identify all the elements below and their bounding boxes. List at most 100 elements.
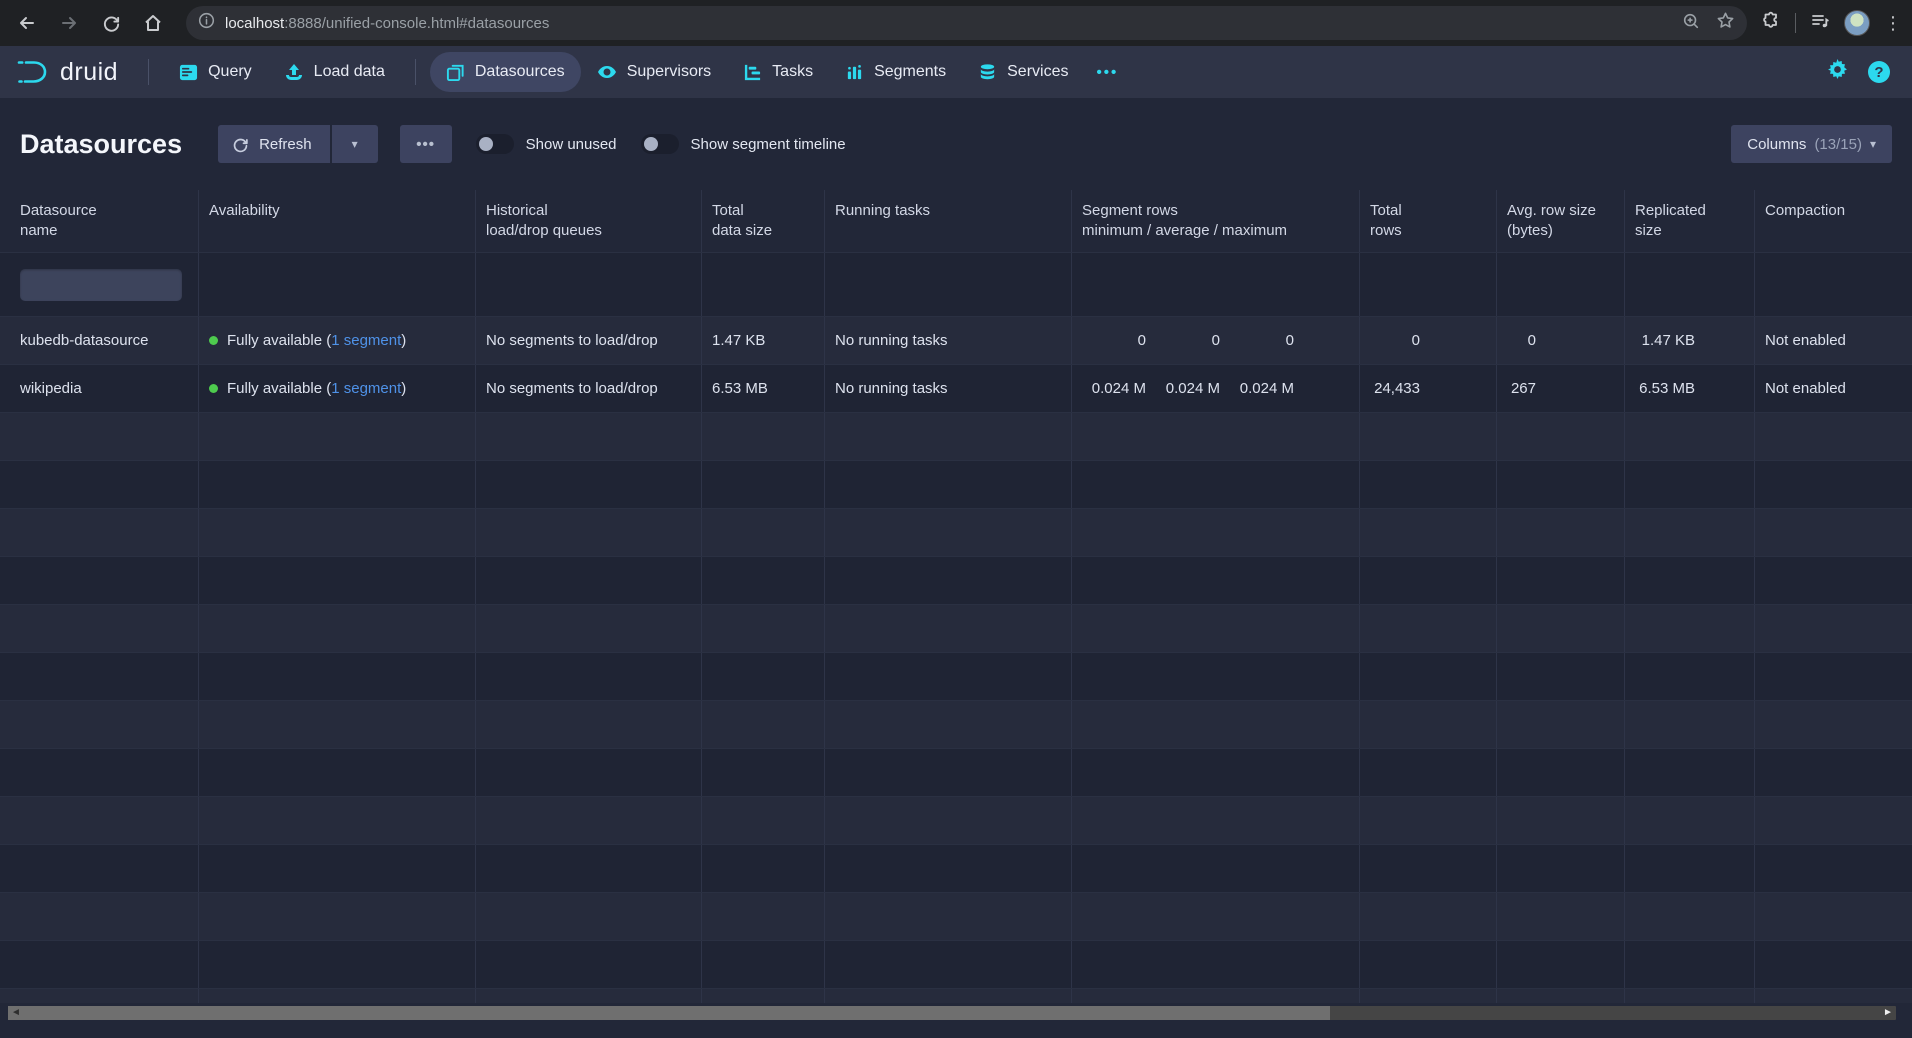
- browser-reload-button[interactable]: [94, 6, 128, 40]
- cell-total-rows: 24,433: [1360, 365, 1497, 412]
- show-unused-toggle[interactable]: [476, 134, 514, 154]
- show-unused-label: Show unused: [526, 136, 617, 153]
- cell-running-tasks: No running tasks: [825, 317, 1072, 364]
- url-text: localhost:8888/unified-console.html#data…: [225, 15, 1670, 32]
- cell-availability: Fully available (1 segment): [199, 365, 476, 412]
- bar-chart-icon: [845, 63, 864, 82]
- column-header-running-tasks[interactable]: Running tasks: [825, 190, 1072, 252]
- zoom-icon[interactable]: [1682, 12, 1700, 35]
- more-actions-button[interactable]: •••: [400, 125, 452, 163]
- column-header-replicated-size[interactable]: Replicatedsize: [1625, 190, 1755, 252]
- scrollbar-thumb[interactable]: [8, 1006, 1330, 1020]
- browser-home-button[interactable]: [136, 6, 170, 40]
- empty-table-row: [0, 749, 1912, 797]
- table-row-kubedb-datasource: kubedb-datasource Fully available (1 seg…: [0, 317, 1912, 365]
- chevron-down-icon: ▾: [1870, 137, 1876, 151]
- settings-gear-icon[interactable]: [1827, 59, 1848, 85]
- empty-table-row: [0, 941, 1912, 989]
- column-header-total-rows[interactable]: Totalrows: [1360, 190, 1497, 252]
- extensions-icon[interactable]: [1761, 11, 1781, 36]
- show-segment-timeline-toggle[interactable]: [641, 134, 679, 154]
- empty-table-row: [0, 557, 1912, 605]
- browser-forward-button[interactable]: [52, 6, 86, 40]
- tab-services[interactable]: Services: [962, 52, 1084, 92]
- datasources-icon: [446, 63, 465, 82]
- druid-console-window: localhost:8888/unified-console.html#data…: [0, 0, 1912, 1038]
- cell-replicated-size: 1.47 KB: [1625, 317, 1755, 364]
- tab-load-data[interactable]: Load data: [268, 52, 401, 92]
- cell-avg-row-size: 267: [1497, 365, 1625, 412]
- segment-count-link[interactable]: 1 segment: [331, 380, 401, 397]
- empty-table-row: [0, 653, 1912, 701]
- empty-table-row: [0, 845, 1912, 893]
- browser-toolbar: localhost:8888/unified-console.html#data…: [0, 0, 1912, 46]
- gantt-icon: [743, 63, 762, 82]
- table-body-empty: [0, 413, 1912, 1003]
- browser-back-button[interactable]: [10, 6, 44, 40]
- site-info-icon[interactable]: [198, 12, 215, 34]
- eye-icon: [597, 62, 617, 82]
- refresh-options-button[interactable]: ▾: [332, 125, 378, 163]
- empty-table-row: [0, 989, 1912, 1003]
- empty-table-row: [0, 461, 1912, 509]
- address-bar[interactable]: localhost:8888/unified-console.html#data…: [186, 6, 1747, 40]
- cell-availability: Fully available (1 segment): [199, 317, 476, 364]
- cell-load-drop-queues: No segments to load/drop: [476, 365, 702, 412]
- navbar-more-button[interactable]: •••: [1084, 64, 1130, 81]
- cell-total-data-size: 1.47 KB: [702, 317, 825, 364]
- empty-table-row: [0, 413, 1912, 461]
- empty-table-row: [0, 893, 1912, 941]
- cell-datasource-name[interactable]: wikipedia: [0, 365, 199, 412]
- column-header-datasource-name[interactable]: Datasourcename: [0, 190, 199, 252]
- columns-count: (13/15): [1814, 136, 1862, 153]
- cell-running-tasks: No running tasks: [825, 365, 1072, 412]
- load-data-icon: [284, 62, 304, 82]
- column-header-segment-rows[interactable]: Segment rowsminimum / average / maximum: [1072, 190, 1360, 252]
- table-row-wikipedia: wikipedia Fully available (1 segment) No…: [0, 365, 1912, 413]
- tab-supervisors[interactable]: Supervisors: [581, 52, 727, 92]
- browser-menu-icon[interactable]: ⋮: [1884, 14, 1902, 32]
- columns-dropdown-button[interactable]: Columns (13/15) ▾: [1731, 125, 1892, 163]
- help-icon[interactable]: ?: [1868, 61, 1890, 83]
- column-header-compaction[interactable]: Compaction: [1755, 190, 1912, 252]
- media-controls-icon[interactable]: [1810, 11, 1830, 36]
- horizontal-scrollbar[interactable]: ◄ ►: [8, 1006, 1896, 1020]
- cell-datasource-name[interactable]: kubedb-datasource: [0, 317, 199, 364]
- cell-compaction: Not enabled: [1755, 317, 1912, 364]
- tab-query[interactable]: Query: [163, 52, 268, 92]
- scroll-right-icon[interactable]: ►: [1880, 1006, 1896, 1020]
- table-footer: ◄ ►: [0, 1003, 1912, 1038]
- show-segment-timeline-label: Show segment timeline: [691, 136, 846, 153]
- scroll-left-icon[interactable]: ◄: [8, 1006, 24, 1020]
- segment-count-link[interactable]: 1 segment: [331, 332, 401, 349]
- refresh-button[interactable]: Refresh: [218, 125, 330, 163]
- empty-table-row: [0, 509, 1912, 557]
- availability-status-icon: [209, 384, 218, 393]
- cell-segment-rows: 0.024 M 0.024 M 0.024 M: [1072, 365, 1360, 412]
- browser-profile-avatar[interactable]: [1844, 10, 1870, 36]
- refresh-icon: [232, 136, 249, 153]
- druid-logo[interactable]: druid: [16, 55, 118, 89]
- datasources-table: Datasourcename Availability Historicallo…: [0, 190, 1912, 1003]
- column-header-total-data-size[interactable]: Totaldata size: [702, 190, 825, 252]
- cell-avg-row-size: 0: [1497, 317, 1625, 364]
- datasource-name-filter-input[interactable]: [20, 269, 182, 301]
- tab-segments[interactable]: Segments: [829, 52, 962, 92]
- table-header-row: Datasourcename Availability Historicallo…: [0, 190, 1912, 253]
- tab-datasources[interactable]: Datasources: [430, 52, 581, 92]
- column-header-load-drop-queues[interactable]: Historicalload/drop queues: [476, 190, 702, 252]
- column-header-avg-row-size[interactable]: Avg. row size(bytes): [1497, 190, 1625, 252]
- cell-total-rows: 0: [1360, 317, 1497, 364]
- cell-segment-rows: 0 0 0: [1072, 317, 1360, 364]
- page-title: Datasources: [20, 129, 182, 160]
- toolbar-divider: [1795, 13, 1796, 33]
- bookmark-star-icon[interactable]: [1716, 11, 1735, 35]
- tab-tasks[interactable]: Tasks: [727, 52, 829, 92]
- chevron-down-icon: ▾: [352, 137, 358, 151]
- cell-compaction: Not enabled: [1755, 365, 1912, 412]
- column-header-availability[interactable]: Availability: [199, 190, 476, 252]
- datasources-view-header: Datasources Refresh ▾ ••• Show unused Sh…: [0, 98, 1912, 190]
- availability-status-icon: [209, 336, 218, 345]
- filter-row: [0, 253, 1912, 317]
- empty-table-row: [0, 797, 1912, 845]
